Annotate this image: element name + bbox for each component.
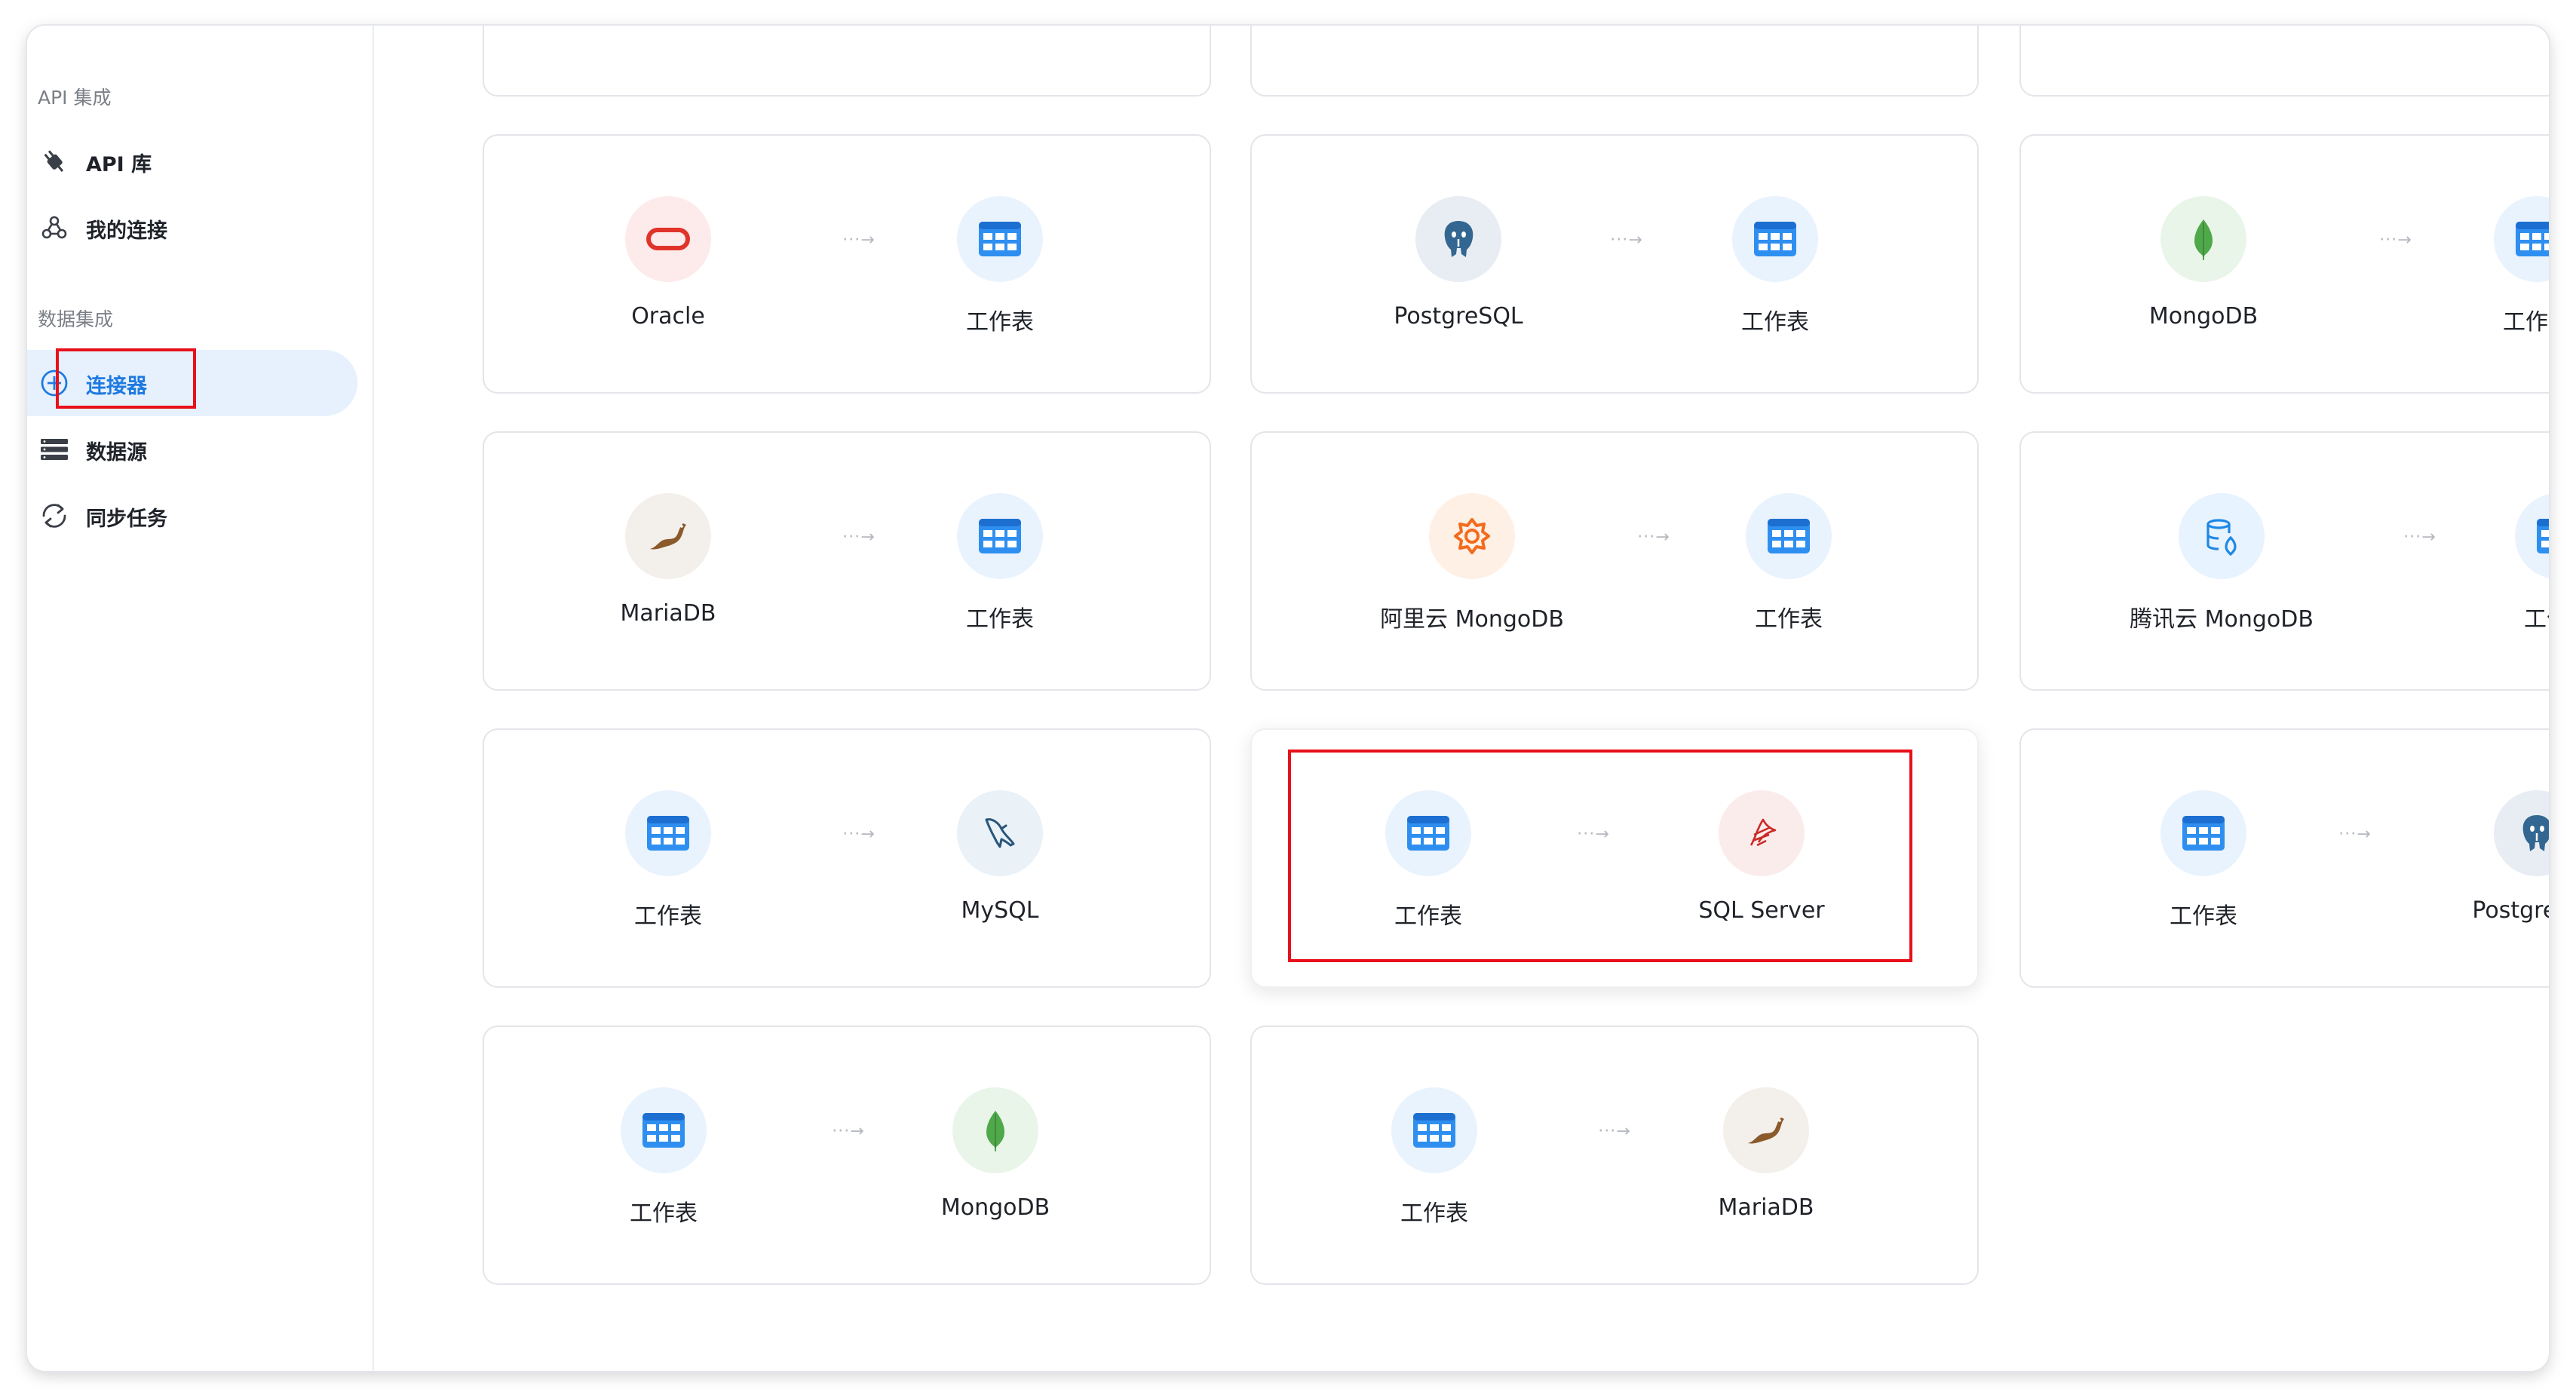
- connector-card-sheet-to-mongodb[interactable]: 工作表 ···→ MongoDB: [483, 1026, 1211, 1285]
- sidebar-item-connectors[interactable]: 连接器: [27, 350, 357, 416]
- sheet-icon: [621, 1087, 707, 1173]
- sync-icon: [39, 501, 69, 531]
- sidebar-item-data-sources[interactable]: 数据源: [27, 416, 357, 483]
- sheet-icon: [2494, 196, 2549, 282]
- sidebar-item-label: 连接器: [86, 375, 147, 398]
- data-section-title: 数据集成: [38, 308, 114, 330]
- sheet-icon: [2160, 790, 2246, 876]
- arrow-icon: ···→: [1598, 1122, 1631, 1141]
- source-label: PostgreSQL: [1394, 303, 1523, 330]
- source-label: 工作表: [630, 1200, 698, 1227]
- connector-card-sheet-to-postgresql[interactable]: 工作表 ···→ PostgreSQL: [2019, 728, 2549, 988]
- mongodb-icon: [2160, 196, 2246, 282]
- sidebar-item-label: 我的连接: [86, 219, 167, 243]
- sql-server-icon: [1719, 790, 1805, 876]
- source-label: 工作表: [2170, 903, 2237, 930]
- sheet-icon: [2515, 493, 2549, 579]
- connector-card-oracle-to-sheet[interactable]: Oracle ···→ 工作表: [483, 134, 1211, 394]
- target-label: 工作表: [2524, 606, 2549, 633]
- source-label: 工作表: [1400, 1200, 1468, 1227]
- source-label: 工作表: [634, 903, 702, 930]
- connector-card-sheet-to-mysql[interactable]: 工作表 ···→ MySQL: [483, 728, 1211, 988]
- add-circle-icon: [39, 368, 69, 398]
- mongodb-icon: [952, 1087, 1038, 1173]
- arrow-icon: ···→: [842, 528, 876, 547]
- mysql-icon: [957, 790, 1043, 876]
- arrow-icon: ···→: [1637, 528, 1670, 547]
- arrow-icon: ···→: [842, 231, 876, 250]
- target-label: 工作表: [966, 309, 1034, 336]
- arrow-icon: ···→: [1577, 825, 1610, 844]
- postgresql-icon: [1415, 196, 1501, 282]
- mariadb-icon: [625, 493, 711, 579]
- arrow-icon: ···→: [842, 825, 876, 844]
- source-label: Oracle: [631, 303, 705, 330]
- postgresql-icon: [2494, 790, 2549, 876]
- database-list-icon: [39, 434, 69, 464]
- sidebar-item-my-connections[interactable]: 我的连接: [27, 195, 357, 261]
- arrow-icon: ···→: [1610, 231, 1643, 250]
- target-label: MySQL: [961, 897, 1039, 924]
- source-label: 腾讯云 MongoDB: [2130, 606, 2314, 633]
- source-label: 工作表: [1394, 903, 1462, 930]
- webhook-icon: [39, 213, 69, 243]
- sidebar-item-api-library[interactable]: API 库: [27, 128, 357, 195]
- app-window: API 集成 API 库 我的连接 数据集成 连接器 数据源 同步任务 Orac…: [27, 26, 2549, 1371]
- connector-card-postgresql-to-sheet[interactable]: PostgreSQL ···→ 工作表: [1250, 134, 1979, 394]
- target-label: MariaDB: [1718, 1194, 1814, 1221]
- connector-card-mariadb-to-sheet[interactable]: MariaDB ···→ 工作表: [483, 431, 1211, 691]
- sheet-icon: [957, 493, 1043, 579]
- connector-card-mongodb-to-sheet[interactable]: MongoDB ···→ 工作表: [2019, 134, 2549, 394]
- sheet-icon: [625, 790, 711, 876]
- arrow-icon: ···→: [2403, 528, 2436, 547]
- source-label: 阿里云 MongoDB: [1380, 606, 1564, 633]
- source-label: MongoDB: [2148, 303, 2259, 330]
- connector-card-sheet-to-sql-server[interactable]: 工作表 ···→ SQL Server: [1250, 728, 1979, 988]
- connector-card[interactable]: [1250, 26, 1979, 97]
- target-label: 工作表: [1741, 309, 1809, 336]
- sidebar-item-label: 数据源: [86, 441, 147, 464]
- sheet-icon: [1732, 196, 1818, 282]
- sheet-icon: [957, 196, 1043, 282]
- tencent-cloud-db-icon: [2179, 493, 2265, 579]
- target-label: MongoDB: [940, 1194, 1050, 1221]
- connector-card-aliyun-mongodb-to-sheet[interactable]: 阿里云 MongoDB ···→ 工作表: [1250, 431, 1979, 691]
- sidebar-item-label: API 库: [86, 153, 152, 176]
- plug-icon: [39, 146, 69, 176]
- oracle-icon: [625, 196, 711, 282]
- target-label: 工作表: [1755, 606, 1823, 633]
- sidebar-item-sync-tasks[interactable]: 同步任务: [27, 483, 357, 549]
- sheet-icon: [1746, 493, 1832, 579]
- arrow-icon: ···→: [832, 1122, 865, 1141]
- api-section-title: API 集成: [38, 87, 112, 109]
- sidebar-item-label: 同步任务: [86, 507, 167, 531]
- mariadb-icon: [1723, 1087, 1809, 1173]
- connector-card-sheet-to-mariadb[interactable]: 工作表 ···→ MariaDB: [1250, 1026, 1979, 1285]
- sidebar: API 集成 API 库 我的连接 数据集成 连接器 数据源 同步任务: [27, 26, 374, 1371]
- connector-card[interactable]: [2019, 26, 2549, 97]
- connector-gallery: Oracle ···→ 工作表 PostgreSQL ···→ 工作表 Mong…: [374, 26, 2549, 1371]
- aliyun-icon: [1429, 493, 1515, 579]
- connector-card[interactable]: [483, 26, 1211, 97]
- arrow-icon: ···→: [2338, 825, 2372, 844]
- sheet-icon: [1385, 790, 1471, 876]
- target-label: 工作表: [966, 606, 1034, 633]
- sheet-icon: [1391, 1087, 1477, 1173]
- target-label: PostgreSQL: [2472, 897, 2549, 924]
- arrow-icon: ···→: [2379, 231, 2412, 250]
- target-label: SQL Server: [1698, 897, 1825, 924]
- connector-card-tencent-mongodb-to-sheet[interactable]: 腾讯云 MongoDB ···→ 工作表: [2019, 431, 2549, 691]
- source-label: MariaDB: [620, 600, 716, 627]
- target-label: 工作表: [2503, 309, 2549, 336]
